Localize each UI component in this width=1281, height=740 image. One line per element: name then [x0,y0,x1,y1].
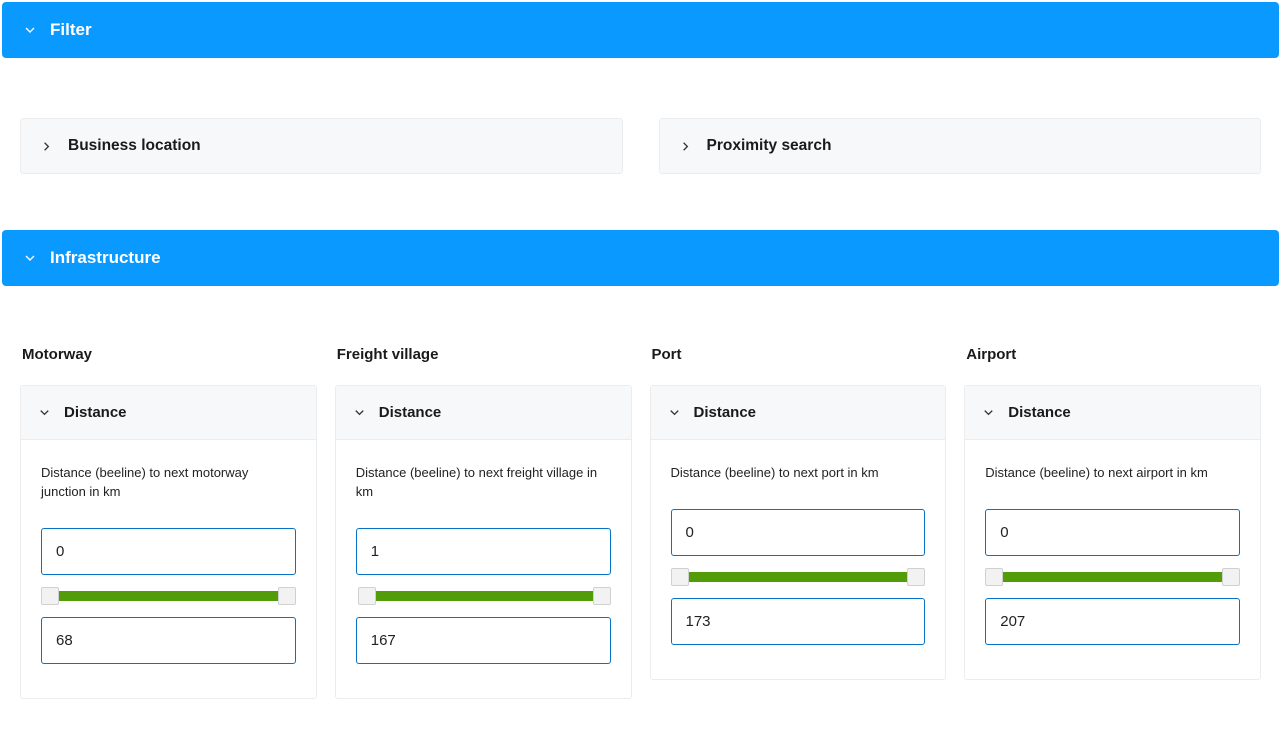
airport-desc: Distance (beeline) to next airport in km [985,464,1240,483]
chevron-down-icon [22,22,38,38]
chevron-right-icon [39,139,54,154]
airport-distance-label: Distance [1008,404,1071,421]
airport-card: Distance Distance (beeline) to next airp… [964,385,1261,680]
chevron-right-icon [678,139,693,154]
freight-card: Distance Distance (beeline) to next frei… [335,385,632,699]
business-location-card[interactable]: Business location [20,118,623,174]
motorway-max-input[interactable] [41,617,296,664]
motorway-slider[interactable] [41,587,296,605]
airport-distance-header[interactable]: Distance [965,386,1260,440]
slider-thumb-min[interactable] [358,587,376,605]
motorway-column: Motorway Distance Distance (beeline) to … [20,346,317,699]
proximity-search-card[interactable]: Proximity search [659,118,1262,174]
freight-min-input[interactable] [356,528,611,575]
infrastructure-grid: Motorway Distance Distance (beeline) to … [2,286,1279,699]
freight-column: Freight village Distance Distance (beeli… [335,346,632,699]
airport-column: Airport Distance Distance (beeline) to n… [964,346,1261,699]
airport-slider[interactable] [985,568,1240,586]
filter-panel-header[interactable]: Filter [2,2,1279,58]
freight-desc: Distance (beeline) to next freight villa… [356,464,611,502]
port-title: Port [650,346,947,363]
slider-thumb-max[interactable] [907,568,925,586]
airport-title: Airport [964,346,1261,363]
port-column: Port Distance Distance (beeline) to next… [650,346,947,699]
filter-subpanels: Business location Proximity search [2,58,1279,230]
slider-track [41,591,296,601]
port-max-input[interactable] [671,598,926,645]
slider-thumb-min[interactable] [41,587,59,605]
infrastructure-title: Infrastructure [50,248,161,268]
slider-track [360,591,611,601]
port-slider[interactable] [671,568,926,586]
business-location-label: Business location [68,137,201,155]
slider-thumb-max[interactable] [278,587,296,605]
infrastructure-panel-header[interactable]: Infrastructure [2,230,1279,286]
motorway-desc: Distance (beeline) to next motorway junc… [41,464,296,502]
port-distance-header[interactable]: Distance [651,386,946,440]
freight-slider[interactable] [356,587,611,605]
chevron-down-icon [37,405,52,420]
port-card: Distance Distance (beeline) to next port… [650,385,947,680]
slider-thumb-max[interactable] [1222,568,1240,586]
port-distance-label: Distance [694,404,757,421]
slider-track [985,572,1240,582]
freight-distance-label: Distance [379,404,442,421]
motorway-distance-label: Distance [64,404,127,421]
slider-thumb-min[interactable] [985,568,1003,586]
freight-title: Freight village [335,346,632,363]
airport-min-input[interactable] [985,509,1240,556]
port-min-input[interactable] [671,509,926,556]
motorway-title: Motorway [20,346,317,363]
motorway-card: Distance Distance (beeline) to next moto… [20,385,317,699]
slider-track [671,572,926,582]
motorway-distance-header[interactable]: Distance [21,386,316,440]
freight-distance-header[interactable]: Distance [336,386,631,440]
chevron-down-icon [667,405,682,420]
chevron-down-icon [981,405,996,420]
proximity-search-label: Proximity search [707,137,832,155]
slider-thumb-min[interactable] [671,568,689,586]
slider-thumb-max[interactable] [593,587,611,605]
chevron-down-icon [22,250,38,266]
motorway-min-input[interactable] [41,528,296,575]
airport-max-input[interactable] [985,598,1240,645]
filter-title: Filter [50,20,92,40]
port-desc: Distance (beeline) to next port in km [671,464,926,483]
chevron-down-icon [352,405,367,420]
freight-max-input[interactable] [356,617,611,664]
